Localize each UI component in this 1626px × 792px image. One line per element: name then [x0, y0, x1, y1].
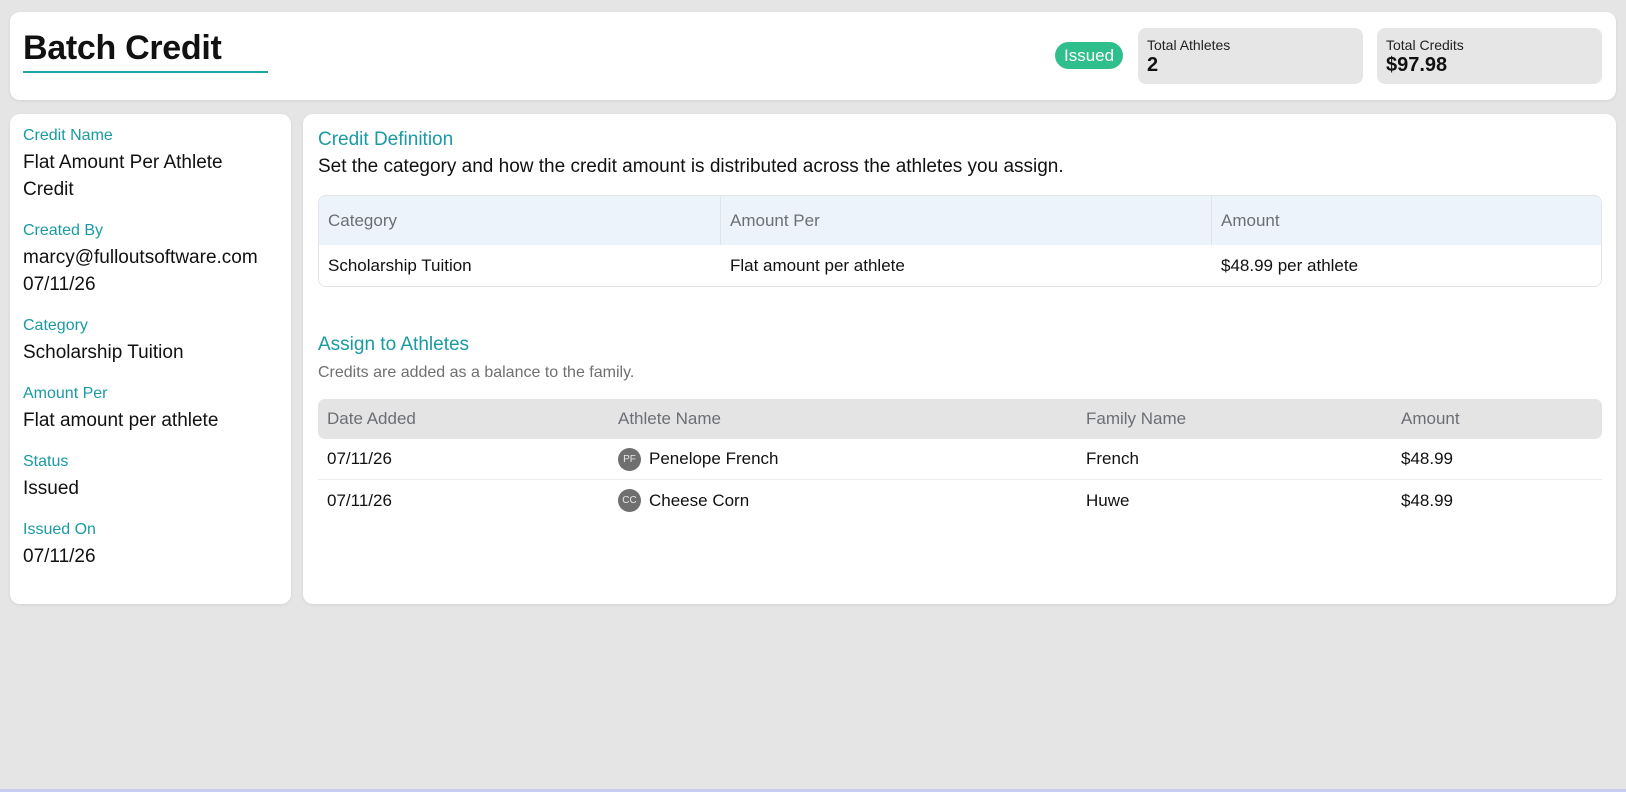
cell-family-name: Huwe: [1086, 490, 1130, 510]
main-panel: Credit Definition Set the category and h…: [303, 114, 1616, 604]
page-title: Batch Credit: [23, 29, 222, 67]
table-row: Scholarship Tuition Flat amount per athl…: [319, 245, 1601, 286]
field-created-by: Created By marcy@fulloutsoftware.com 07/…: [23, 222, 278, 298]
column-header-amount[interactable]: Amount: [1392, 409, 1602, 429]
column-header-amount: Amount: [1221, 210, 1280, 230]
athletes-table: Date Added Athlete Name Family Name Amou…: [318, 399, 1602, 521]
total-credits-value: $97.98: [1386, 54, 1448, 76]
field-status: Status Issued: [23, 453, 278, 502]
field-issued-on: Issued On 07/11/26: [23, 521, 278, 570]
created-date: 07/11/26: [23, 274, 96, 295]
field-value: Scholarship Tuition: [23, 342, 184, 363]
field-value: 07/11/26: [23, 546, 96, 567]
field-label: Credit Name: [23, 127, 113, 144]
field-label: Status: [23, 453, 69, 470]
credit-definition-table: Category Amount Per Amount Scholarship T…: [318, 195, 1602, 287]
field-value: Issued: [23, 478, 79, 499]
athlete-name[interactable]: Cheese Corn: [649, 491, 749, 511]
column-header-category: Category: [319, 196, 721, 245]
field-label: Category: [23, 317, 88, 334]
column-header-date-added[interactable]: Date Added: [318, 409, 609, 429]
cell-athlete-name: CC Cheese Corn: [609, 489, 1077, 512]
column-header-amount-per: Amount Per: [721, 196, 1212, 245]
table-header: Category Amount Per Amount: [319, 196, 1601, 245]
cell-family-name: French: [1086, 449, 1139, 468]
cell-amount: $48.99: [1401, 449, 1453, 468]
created-by-email: marcy@fulloutsoftware.com: [23, 247, 258, 268]
assign-athletes-description: Credits are added as a balance to the fa…: [318, 364, 635, 381]
field-value: Flat Amount Per Athlete Credit: [23, 152, 223, 200]
page-header: Batch Credit Issued Total Athletes 2 Tot…: [10, 12, 1616, 100]
credit-definition-description: Set the category and how the credit amou…: [318, 156, 1064, 177]
field-value: Flat amount per athlete: [23, 410, 219, 431]
cell-amount: $48.99 per athlete: [1221, 255, 1359, 275]
total-athletes-card: Total Athletes 2: [1138, 28, 1363, 84]
cell-date-added: 07/11/26: [327, 490, 392, 510]
avatar: PF: [618, 447, 641, 471]
credit-definition-title: Credit Definition: [318, 129, 454, 150]
cell-athlete-name: PF Penelope French: [609, 447, 1077, 471]
table-row[interactable]: 07/11/26 CC Cheese Corn Huwe $48.99: [318, 480, 1602, 521]
cell-amount-per: Flat amount per athlete: [730, 255, 905, 275]
status-badge: Issued: [1055, 42, 1124, 69]
column-header-athlete-name[interactable]: Athlete Name: [609, 409, 1077, 429]
table-row[interactable]: 07/11/26 PF Penelope French French $48.9…: [318, 439, 1602, 480]
field-amount-per: Amount Per Flat amount per athlete: [23, 385, 278, 434]
field-label: Amount Per: [23, 385, 108, 402]
athlete-name[interactable]: Penelope French: [649, 449, 778, 469]
avatar: CC: [618, 489, 641, 512]
total-credits-label: Total Credits: [1386, 37, 1464, 53]
total-athletes-label: Total Athletes: [1147, 37, 1231, 53]
column-header-family-name[interactable]: Family Name: [1077, 409, 1392, 429]
credit-details-panel: Credit Name Flat Amount Per Athlete Cred…: [10, 114, 291, 604]
total-credits-card: Total Credits $97.98: [1377, 28, 1602, 84]
table-header: Date Added Athlete Name Family Name Amou…: [318, 399, 1602, 439]
field-label: Created By: [23, 222, 104, 239]
field-credit-name: Credit Name Flat Amount Per Athlete Cred…: [23, 127, 278, 203]
assign-athletes-title: Assign to Athletes: [318, 334, 470, 355]
total-athletes-value: 2: [1147, 54, 1159, 76]
cell-category: Scholarship Tuition: [328, 255, 472, 275]
cell-date-added: 07/11/26: [327, 449, 392, 468]
field-label: Issued On: [23, 521, 96, 538]
cell-amount: $48.99: [1401, 490, 1453, 510]
field-category: Category Scholarship Tuition: [23, 317, 278, 366]
title-underline: [23, 71, 268, 73]
